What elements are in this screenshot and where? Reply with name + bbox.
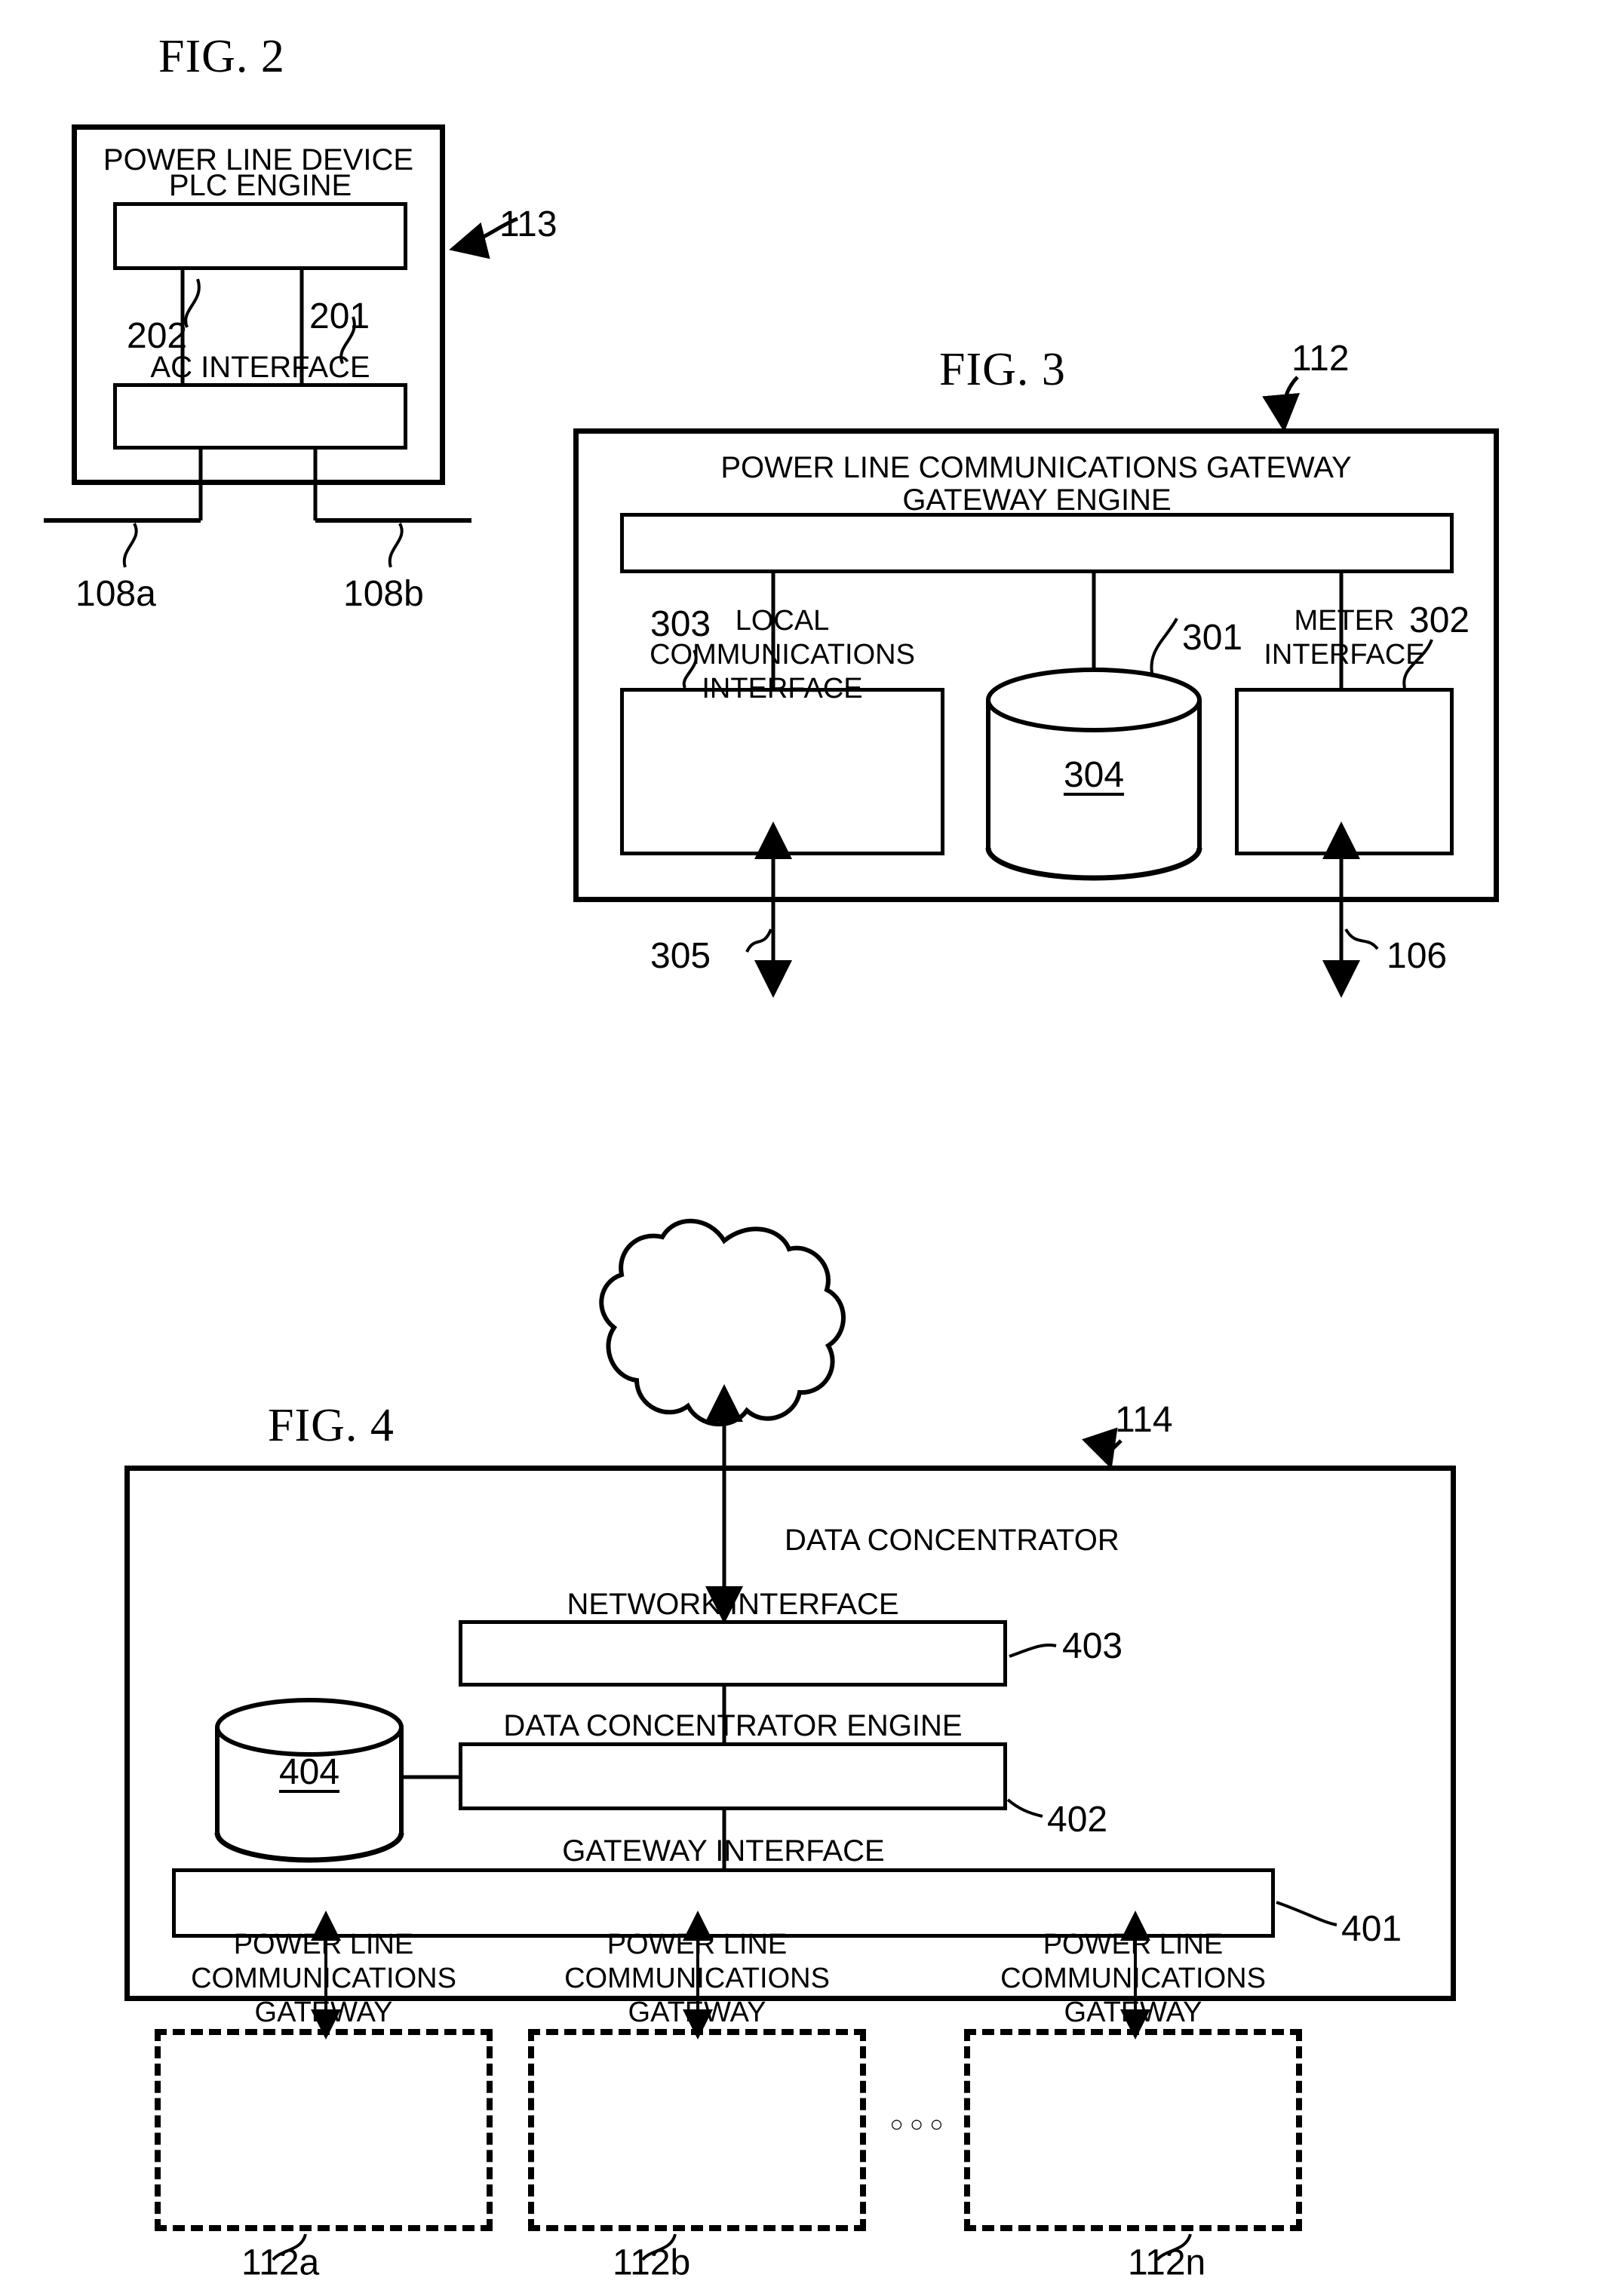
fig4-ref-112n: 112n: [1128, 2242, 1206, 2283]
fig4-ref-112a: 112a: [241, 2242, 320, 2283]
fig4-title: FIG. 4: [268, 1400, 395, 1451]
fig4-ellipsis: ○ ○ ○: [889, 2112, 944, 2137]
fig4-database-ref-404: 404: [278, 1752, 340, 1792]
fig2-ac-interface-label: AC INTERFACE: [150, 351, 370, 384]
fig3-ref-106: 106: [1387, 936, 1448, 976]
fig4-data-concentrator-title-label: DATA CONCENTRATOR: [785, 1524, 1119, 1557]
fig3-gateway-title-label: POWER LINE COMMUNICATIONS GATEWAY: [720, 451, 1352, 484]
fig3-title: FIG. 3: [939, 344, 1066, 395]
fig2-ref-113: 113: [499, 204, 557, 244]
fig3-ref-302: 302: [1409, 600, 1470, 640]
fig3-ref-112: 112: [1291, 339, 1350, 379]
fig2-ref-201: 201: [309, 296, 370, 336]
fig4-gateway-label-112n: POWER LINE COMMUNICATIONS GATEWAY: [1000, 1929, 1266, 2028]
fig4-ref-401: 401: [1341, 1909, 1402, 1949]
fig4-data-concentrator-engine-label: DATA CONCENTRATOR ENGINE: [503, 1709, 963, 1742]
fig2-ref-108b: 108b: [343, 574, 424, 614]
fig4-gateway-label-112a: POWER LINE COMMUNICATIONS GATEWAY: [191, 1929, 456, 2028]
fig3-ref-301: 301: [1182, 618, 1243, 658]
fig3-ref-305: 305: [650, 936, 711, 976]
fig3-gateway-engine-label: GATEWAY ENGINE: [902, 483, 1172, 517]
fig4-ref-403: 403: [1062, 1626, 1123, 1666]
fig2-ref-202: 202: [127, 316, 188, 356]
fig4-gateway-interface-label: GATEWAY INTERFACE: [562, 1834, 885, 1868]
fig3-ref-303: 303: [650, 604, 711, 644]
fig4-network-interface-label: NETWORK INTERFACE: [567, 1588, 899, 1621]
fig2-ref-108a: 108a: [75, 574, 156, 614]
fig4-ref-114: 114: [1115, 1400, 1173, 1440]
fig2-title: FIG. 2: [158, 31, 285, 82]
fig4-ref-402: 402: [1047, 1800, 1108, 1840]
fig3-database-ref-304: 304: [1063, 755, 1125, 795]
fig4-gateway-label-112b: POWER LINE COMMUNICATIONS GATEWAY: [564, 1929, 830, 2028]
fig4-network-cloud-ref-120: 120: [693, 1345, 755, 1385]
fig4-network-cloud-label: NETWORK: [643, 1291, 806, 1327]
patent-figure-sheet: FIG. 2 POWER LINE DEVICE PLC ENGINE AC I…: [0, 0, 1597, 2296]
fig2-plc-engine-label: PLC ENGINE: [168, 169, 352, 202]
fig4-ref-112b: 112b: [613, 2242, 691, 2283]
